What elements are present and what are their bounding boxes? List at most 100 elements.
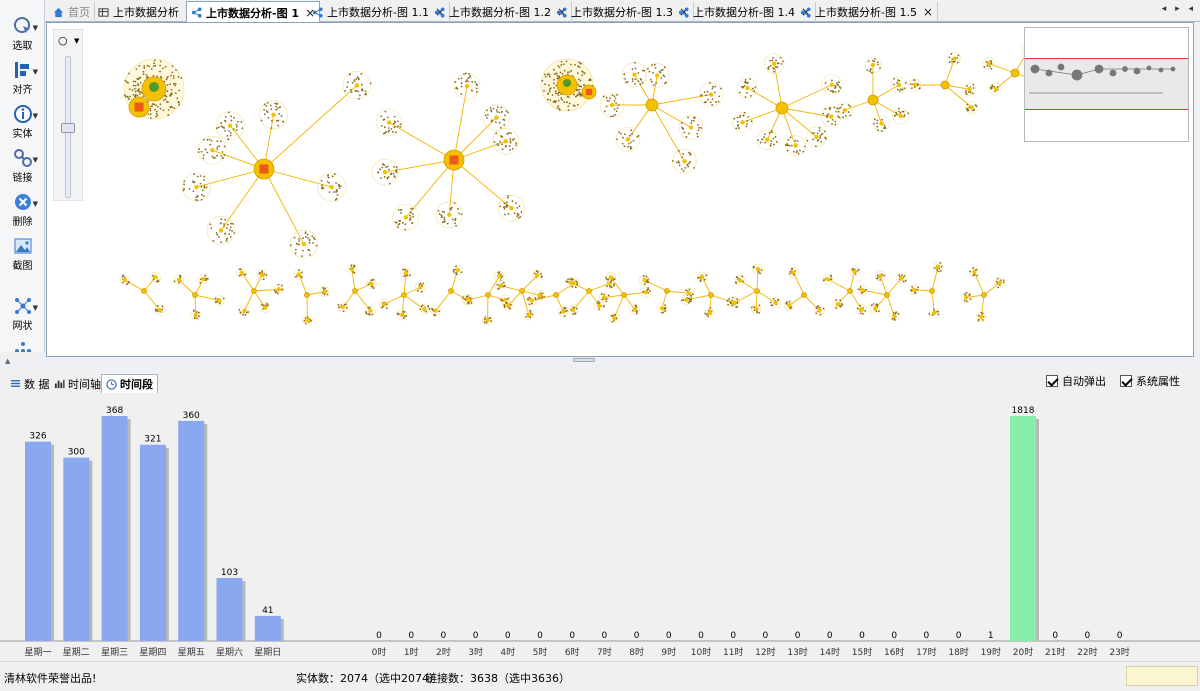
hub-node[interactable] xyxy=(708,292,714,298)
satellite-node[interactable] xyxy=(979,314,984,320)
satellite-node[interactable] xyxy=(239,270,244,275)
weekday-bar[interactable] xyxy=(25,441,51,641)
satellite-node[interactable] xyxy=(835,301,840,307)
satellite-node[interactable] xyxy=(740,120,745,125)
satellite-node[interactable] xyxy=(447,212,452,217)
satellite-node[interactable] xyxy=(403,215,408,220)
chevron-down-icon[interactable]: ▼ xyxy=(33,156,38,164)
satellite-node[interactable] xyxy=(455,267,460,273)
splitter-grip[interactable] xyxy=(573,358,595,362)
satellite-node[interactable] xyxy=(227,123,233,128)
location-pin-icon[interactable] xyxy=(563,79,571,87)
satellite-node[interactable] xyxy=(597,303,602,308)
satellite-node[interactable] xyxy=(382,169,388,175)
satellite-node[interactable] xyxy=(601,295,607,300)
hub-node[interactable] xyxy=(645,98,659,112)
weekday-bar[interactable] xyxy=(178,420,205,641)
satellite-node[interactable] xyxy=(368,308,373,313)
satellite-node[interactable] xyxy=(498,283,503,288)
satellite-node[interactable] xyxy=(878,273,883,279)
satellite-node[interactable] xyxy=(201,276,206,282)
satellite-node[interactable] xyxy=(329,184,334,190)
satellite-node[interactable] xyxy=(526,312,532,318)
satellite-node[interactable] xyxy=(369,281,374,287)
satellite-node[interactable] xyxy=(494,115,499,120)
graph-canvas[interactable]: ○ ▼ xyxy=(46,22,1194,357)
satellite-node[interactable] xyxy=(301,241,307,247)
satellite-node[interactable] xyxy=(707,310,712,316)
satellite-node[interactable] xyxy=(176,277,182,283)
satellite-node[interactable] xyxy=(708,92,714,97)
select-tool[interactable]: 选取 ▼ xyxy=(0,16,44,52)
satellite-node[interactable] xyxy=(773,300,778,305)
checkbox-checked-icon[interactable] xyxy=(1046,375,1058,387)
tab-graph-1-1[interactable]: 上市数据分析-图 1.1 × xyxy=(308,2,451,22)
satellite-node[interactable] xyxy=(466,297,471,303)
hub-node[interactable] xyxy=(192,292,198,298)
tab-graph-1-5[interactable]: 上市数据分析-图 1.5 × xyxy=(796,2,939,22)
satellite-node[interactable] xyxy=(568,280,574,285)
tab-time-period[interactable]: 时间段 xyxy=(101,374,158,393)
satellite-node[interactable] xyxy=(535,272,540,278)
satellite-node[interactable] xyxy=(745,85,750,91)
satellite-node[interactable] xyxy=(997,280,1002,285)
chevron-down-icon[interactable]: ▼ xyxy=(33,68,38,76)
collapse-arrow-icon[interactable]: ▲ xyxy=(5,357,10,365)
satellite-node[interactable] xyxy=(642,277,647,283)
satellite-node[interactable] xyxy=(765,137,770,142)
hub-node[interactable] xyxy=(251,288,257,294)
weekday-bar[interactable] xyxy=(216,578,243,641)
overview-viewport[interactable] xyxy=(1025,58,1188,110)
satellite-node[interactable] xyxy=(422,307,427,312)
chevron-down-icon[interactable]: ▼ xyxy=(33,304,38,312)
satellite-node[interactable] xyxy=(817,308,822,313)
satellite-node[interactable] xyxy=(464,83,470,89)
satellite-node[interactable] xyxy=(433,308,438,313)
satellite-node[interactable] xyxy=(682,159,687,164)
satellite-node[interactable] xyxy=(688,125,694,130)
satellite-node[interactable] xyxy=(608,275,613,280)
satellite-node[interactable] xyxy=(157,307,163,313)
hub-node[interactable] xyxy=(867,94,879,106)
system-props-checkbox[interactable]: 系统属性 xyxy=(1120,373,1180,389)
hub-node[interactable] xyxy=(981,292,987,298)
satellite-node[interactable] xyxy=(659,306,665,311)
satellite-node[interactable] xyxy=(609,102,615,108)
zoom-mode-icon[interactable]: ○ xyxy=(58,34,68,47)
satellite-node[interactable] xyxy=(732,300,738,305)
satellite-node[interactable] xyxy=(259,272,265,278)
weekday-bar[interactable] xyxy=(254,615,281,641)
satellite-node[interactable] xyxy=(400,312,405,318)
satellite-node[interactable] xyxy=(872,306,878,311)
satellite-node[interactable] xyxy=(755,266,760,272)
satellite-node[interactable] xyxy=(771,61,777,66)
satellite-node[interactable] xyxy=(898,113,903,119)
satellite-node[interactable] xyxy=(322,289,327,294)
satellite-node[interactable] xyxy=(814,134,819,140)
satellite-node[interactable] xyxy=(993,86,999,92)
satellite-node[interactable] xyxy=(791,270,796,275)
weekday-bar[interactable] xyxy=(63,457,90,641)
satellite-node[interactable] xyxy=(684,297,689,302)
delete-tool[interactable]: 删除 ▼ xyxy=(0,192,44,228)
satellite-node[interactable] xyxy=(210,147,215,153)
satellite-node[interactable] xyxy=(418,285,423,290)
hub-node[interactable] xyxy=(1010,68,1020,78)
satellite-node[interactable] xyxy=(870,62,876,68)
panel-splitter[interactable]: ▲ xyxy=(0,357,1200,371)
hub-node[interactable] xyxy=(801,292,807,298)
satellite-node[interactable] xyxy=(967,87,972,92)
chevron-down-icon[interactable]: ▼ xyxy=(33,24,38,32)
weekday-bar[interactable] xyxy=(139,444,166,641)
satellite-node[interactable] xyxy=(625,137,631,142)
satellite-node[interactable] xyxy=(829,114,834,119)
satellite-node[interactable] xyxy=(217,298,222,303)
hub-node[interactable] xyxy=(352,288,358,294)
satellite-node[interactable] xyxy=(825,277,831,282)
hub-node[interactable] xyxy=(304,292,310,298)
link-tool[interactable]: 链接 ▼ xyxy=(0,148,44,184)
satellite-node[interactable] xyxy=(879,121,884,126)
hub-node[interactable] xyxy=(621,292,627,298)
satellite-node[interactable] xyxy=(963,295,969,300)
satellite-node[interactable] xyxy=(852,269,857,274)
